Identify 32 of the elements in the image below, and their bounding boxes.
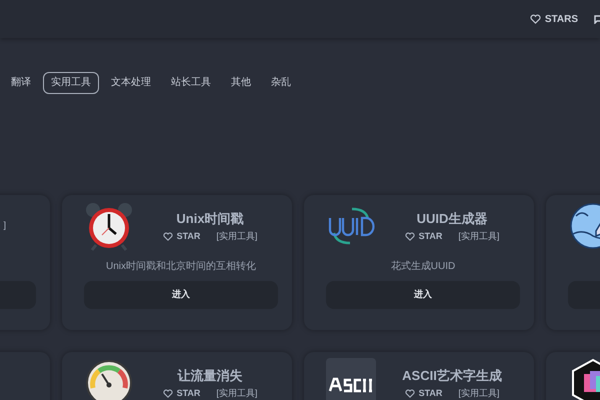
category-tag: [实用工具] xyxy=(216,386,258,400)
tool-description: 花式生成UUID xyxy=(390,261,456,272)
star-link[interactable]: STAR xyxy=(404,386,442,400)
heart-icon xyxy=(162,388,173,398)
chat-icon[interactable] xyxy=(594,14,600,24)
ascii-art-icon xyxy=(326,358,376,400)
star-link[interactable]: STAR xyxy=(162,230,200,243)
tool-title: UUID生成器 xyxy=(416,210,488,228)
enter-button[interactable]: 进入 xyxy=(84,281,278,309)
alarm-clock-icon xyxy=(84,201,134,251)
heart-icon xyxy=(530,14,541,24)
stars-link[interactable]: STARS xyxy=(530,12,578,26)
tool-title: ASCII艺术字生成 xyxy=(402,367,502,385)
tool-description: Unix时间戳和北京时间的互相转化 xyxy=(106,261,256,272)
heart-icon xyxy=(404,232,415,241)
heart-icon xyxy=(162,232,173,241)
tool-title: Unix时间戳 xyxy=(176,210,244,228)
category-tab[interactable]: 站长工具 xyxy=(163,72,219,94)
enter-button[interactable]: 进入 xyxy=(326,281,520,309)
heart-icon xyxy=(404,388,415,398)
star-link[interactable]: STAR xyxy=(404,230,442,243)
category-tab[interactable]: 实用工具 xyxy=(43,72,99,94)
category-tab[interactable]: 翻译 xyxy=(3,72,39,94)
category-tag: [实用工具] xyxy=(458,230,500,243)
category-tag: [实用工具] xyxy=(458,386,500,400)
category-tab[interactable]: 杂乱 xyxy=(263,72,299,94)
star-link[interactable]: STAR xyxy=(162,386,200,400)
category-tab[interactable]: 文本处理 xyxy=(103,72,159,94)
category-tab[interactable]: 其他 xyxy=(223,72,259,94)
category-tag: [实用工具] xyxy=(216,230,258,243)
tool-title: 让流量消失 xyxy=(178,367,242,385)
category-tag: ] xyxy=(3,219,6,233)
